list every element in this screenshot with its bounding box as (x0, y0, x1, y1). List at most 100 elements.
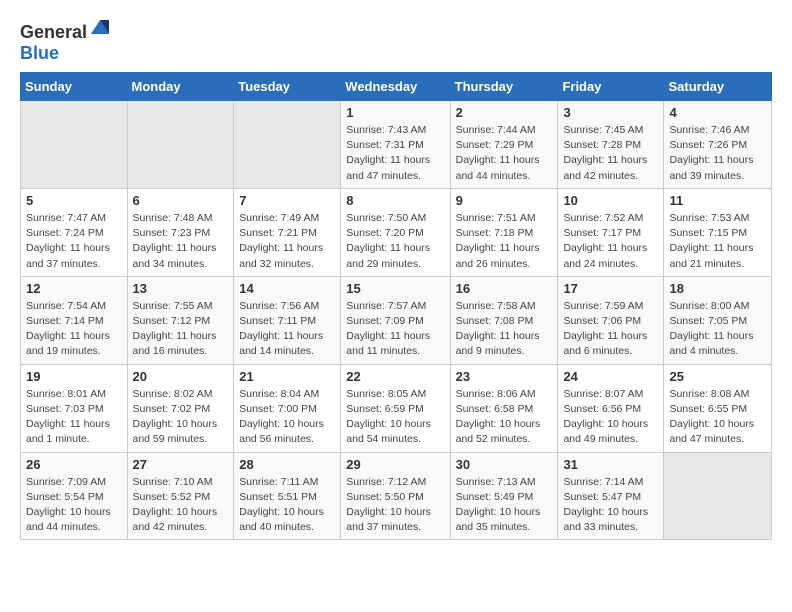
day-number: 18 (669, 281, 766, 296)
calendar-cell: 4 Sunrise: 7:46 AMSunset: 7:26 PMDaylight… (664, 101, 772, 189)
day-number: 14 (239, 281, 335, 296)
day-info: Sunrise: 8:00 AMSunset: 7:05 PMDaylight:… (669, 299, 766, 360)
week-row-5: 26 Sunrise: 7:09 AMSunset: 5:54 PMDayligh… (21, 452, 772, 540)
day-info: Sunrise: 7:56 AMSunset: 7:11 PMDaylight:… (239, 299, 335, 360)
calendar-cell (664, 452, 772, 540)
calendar-cell (21, 101, 128, 189)
col-header-wednesday: Wednesday (341, 73, 450, 101)
day-info: Sunrise: 7:09 AMSunset: 5:54 PMDaylight:… (26, 475, 122, 536)
day-number: 25 (669, 369, 766, 384)
calendar-cell: 18 Sunrise: 8:00 AMSunset: 7:05 PMDayligh… (664, 276, 772, 364)
day-info: Sunrise: 7:10 AMSunset: 5:52 PMDaylight:… (133, 475, 229, 536)
day-info: Sunrise: 7:58 AMSunset: 7:08 PMDaylight:… (456, 299, 553, 360)
day-number: 22 (346, 369, 444, 384)
day-number: 30 (456, 457, 553, 472)
day-info: Sunrise: 7:46 AMSunset: 7:26 PMDaylight:… (669, 123, 766, 184)
day-number: 31 (563, 457, 658, 472)
day-info: Sunrise: 8:04 AMSunset: 7:00 PMDaylight:… (239, 387, 335, 448)
day-number: 5 (26, 193, 122, 208)
week-row-3: 12 Sunrise: 7:54 AMSunset: 7:14 PMDayligh… (21, 276, 772, 364)
day-number: 3 (563, 105, 658, 120)
col-header-friday: Friday (558, 73, 664, 101)
day-number: 13 (133, 281, 229, 296)
day-number: 9 (456, 193, 553, 208)
day-info: Sunrise: 7:12 AMSunset: 5:50 PMDaylight:… (346, 475, 444, 536)
day-info: Sunrise: 8:07 AMSunset: 6:56 PMDaylight:… (563, 387, 658, 448)
calendar-cell: 7Sunrise: 7:49 AMSunset: 7:21 PMDaylight… (234, 188, 341, 276)
calendar-cell: 16 Sunrise: 7:58 AMSunset: 7:08 PMDayligh… (450, 276, 558, 364)
day-info: Sunrise: 7:13 AMSunset: 5:49 PMDaylight:… (456, 475, 553, 536)
day-info: Sunrise: 7:55 AMSunset: 7:12 PMDaylight:… (133, 299, 229, 360)
logo-text: General Blue (20, 16, 111, 64)
page: General Blue SundayMondayTuesdayWednesda… (0, 0, 792, 556)
logo-blue: Blue (20, 43, 59, 63)
day-number: 26 (26, 457, 122, 472)
calendar-cell: 23 Sunrise: 8:06 AMSunset: 6:58 PMDayligh… (450, 364, 558, 452)
calendar-cell: 22 Sunrise: 8:05 AMSunset: 6:59 PMDayligh… (341, 364, 450, 452)
calendar-cell: 12 Sunrise: 7:54 AMSunset: 7:14 PMDayligh… (21, 276, 128, 364)
calendar-cell: 6 Sunrise: 7:48 AMSunset: 7:23 PMDaylight… (127, 188, 234, 276)
day-number: 19 (26, 369, 122, 384)
calendar-cell: 30 Sunrise: 7:13 AMSunset: 5:49 PMDayligh… (450, 452, 558, 540)
day-info: Sunrise: 7:14 AMSunset: 5:47 PMDaylight:… (563, 475, 658, 536)
calendar-cell: 31 Sunrise: 7:14 AMSunset: 5:47 PMDayligh… (558, 452, 664, 540)
day-number: 17 (563, 281, 658, 296)
day-info: Sunrise: 7:57 AMSunset: 7:09 PMDaylight:… (346, 299, 444, 360)
day-info: Sunrise: 8:01 AMSunset: 7:03 PMDaylight:… (26, 387, 122, 448)
calendar-cell: 9 Sunrise: 7:51 AMSunset: 7:18 PMDaylight… (450, 188, 558, 276)
day-number: 2 (456, 105, 553, 120)
day-number: 29 (346, 457, 444, 472)
day-number: 4 (669, 105, 766, 120)
day-info: Sunrise: 8:06 AMSunset: 6:58 PMDaylight:… (456, 387, 553, 448)
calendar-cell: 5Sunrise: 7:47 AMSunset: 7:24 PMDaylight… (21, 188, 128, 276)
day-number: 7 (239, 193, 335, 208)
day-info: Sunrise: 7:54 AMSunset: 7:14 PMDaylight:… (26, 299, 122, 360)
calendar-cell: 25 Sunrise: 8:08 AMSunset: 6:55 PMDayligh… (664, 364, 772, 452)
day-info: Sunrise: 7:52 AMSunset: 7:17 PMDaylight:… (563, 211, 658, 272)
calendar-cell: 11 Sunrise: 7:53 AMSunset: 7:15 PMDayligh… (664, 188, 772, 276)
calendar-cell: 10 Sunrise: 7:52 AMSunset: 7:17 PMDayligh… (558, 188, 664, 276)
day-info: Sunrise: 7:59 AMSunset: 7:06 PMDaylight:… (563, 299, 658, 360)
calendar-table: SundayMondayTuesdayWednesdayThursdayFrid… (20, 72, 772, 540)
day-number: 24 (563, 369, 658, 384)
calendar-cell: 8Sunrise: 7:50 AMSunset: 7:20 PMDaylight… (341, 188, 450, 276)
day-number: 27 (133, 457, 229, 472)
col-header-sunday: Sunday (21, 73, 128, 101)
day-number: 10 (563, 193, 658, 208)
calendar-cell: 29 Sunrise: 7:12 AMSunset: 5:50 PMDayligh… (341, 452, 450, 540)
day-info: Sunrise: 7:45 AMSunset: 7:28 PMDaylight:… (563, 123, 658, 184)
day-number: 16 (456, 281, 553, 296)
day-info: Sunrise: 7:51 AMSunset: 7:18 PMDaylight:… (456, 211, 553, 272)
day-info: Sunrise: 8:02 AMSunset: 7:02 PMDaylight:… (133, 387, 229, 448)
week-row-4: 19 Sunrise: 8:01 AMSunset: 7:03 PMDayligh… (21, 364, 772, 452)
header: General Blue (20, 16, 772, 64)
day-info: Sunrise: 7:53 AMSunset: 7:15 PMDaylight:… (669, 211, 766, 272)
calendar-cell: 20Sunrise: 8:02 AMSunset: 7:02 PMDayligh… (127, 364, 234, 452)
day-number: 12 (26, 281, 122, 296)
day-number: 23 (456, 369, 553, 384)
calendar-cell: 13 Sunrise: 7:55 AMSunset: 7:12 PMDayligh… (127, 276, 234, 364)
day-number: 15 (346, 281, 444, 296)
calendar-cell: 15 Sunrise: 7:57 AMSunset: 7:09 PMDayligh… (341, 276, 450, 364)
day-info: Sunrise: 7:48 AMSunset: 7:23 PMDaylight:… (133, 211, 229, 272)
logo: General Blue (20, 16, 111, 64)
day-info: Sunrise: 8:08 AMSunset: 6:55 PMDaylight:… (669, 387, 766, 448)
day-info: Sunrise: 8:05 AMSunset: 6:59 PMDaylight:… (346, 387, 444, 448)
day-info: Sunrise: 7:43 AMSunset: 7:31 PMDaylight:… (346, 123, 444, 184)
day-number: 11 (669, 193, 766, 208)
logo-general: General (20, 22, 87, 42)
calendar-header-row: SundayMondayTuesdayWednesdayThursdayFrid… (21, 73, 772, 101)
col-header-thursday: Thursday (450, 73, 558, 101)
calendar-cell: 2Sunrise: 7:44 AMSunset: 7:29 PMDaylight… (450, 101, 558, 189)
col-header-monday: Monday (127, 73, 234, 101)
day-info: Sunrise: 7:50 AMSunset: 7:20 PMDaylight:… (346, 211, 444, 272)
calendar-cell: 21Sunrise: 8:04 AMSunset: 7:00 PMDayligh… (234, 364, 341, 452)
calendar-cell: 14 Sunrise: 7:56 AMSunset: 7:11 PMDayligh… (234, 276, 341, 364)
day-number: 6 (133, 193, 229, 208)
calendar-cell (234, 101, 341, 189)
day-number: 1 (346, 105, 444, 120)
logo-icon (89, 16, 111, 38)
week-row-1: 1 Sunrise: 7:43 AMSunset: 7:31 PMDaylight… (21, 101, 772, 189)
calendar-cell: 3 Sunrise: 7:45 AMSunset: 7:28 PMDaylight… (558, 101, 664, 189)
calendar-cell: 17 Sunrise: 7:59 AMSunset: 7:06 PMDayligh… (558, 276, 664, 364)
